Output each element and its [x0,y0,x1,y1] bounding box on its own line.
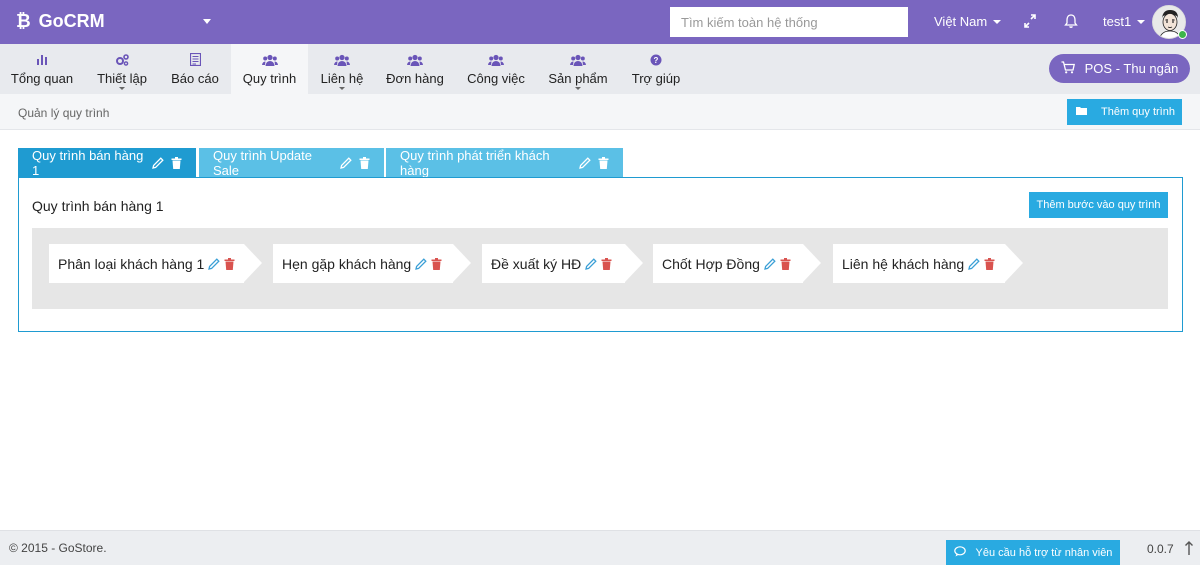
pencil-icon[interactable] [584,257,598,271]
breadcrumb: Quản lý quy trình [18,106,110,120]
trash-icon[interactable] [359,157,370,169]
copyright: © 2015 - GoStore. [9,541,107,555]
add-step-button[interactable]: Thêm bước vào quy trình [1029,192,1168,218]
step-card[interactable]: Phân loại khách hàng 1 [49,244,262,283]
main-nav: Tổng quan Thiết lập Báo cáo Quy trình Li… [0,44,1200,94]
pencil-icon[interactable] [967,257,981,271]
users-icon [407,52,423,67]
nav-label: Công việc [467,71,525,86]
users-icon [488,52,504,67]
users-icon [261,52,278,67]
language-label: Việt Nam [934,14,988,29]
nav-item-thiet-lap[interactable]: Thiết lập [86,44,158,94]
tab-label: Quy trình Update Sale [213,148,312,178]
trash-icon[interactable] [984,257,995,270]
panel-title: Quy trình bán hàng 1 [32,198,164,214]
nav-label: Đơn hàng [386,71,444,86]
search-input[interactable] [670,7,908,37]
chevron-down-icon[interactable] [203,19,211,24]
trash-icon[interactable] [171,157,182,169]
language-select[interactable]: Việt Nam [934,14,1002,29]
nav-label: Báo cáo [171,71,219,86]
step-card[interactable]: Liên hệ khách hàng [833,244,1023,283]
report-icon [189,52,201,67]
brand[interactable]: ₿ GoCRM [16,11,105,32]
scroll-to-top-icon[interactable] [1184,540,1194,556]
pencil-icon[interactable] [414,257,428,271]
pencil-icon[interactable] [578,156,592,170]
tab-label: Quy trình phát triển khách hàng [400,148,550,178]
trash-icon[interactable] [598,157,609,169]
tab-quy-trinh-ban-hang[interactable]: Quy trình bán hàng 1 [18,148,196,178]
tab-quy-trinh-phat-trien[interactable]: Quy trình phát triển khách hàng [386,148,623,178]
username: test1 [1103,14,1132,29]
breadcrumb-bar: Quản lý quy trình [0,94,1200,130]
bitcoin-icon: ₿ [16,11,31,31]
trash-icon[interactable] [431,257,442,270]
chat-bubble-icon [953,545,966,560]
nav-label: Thiết lập [97,71,147,86]
chevron-down-icon [993,19,1002,24]
tab-quy-trinh-update-sale[interactable]: Quy trình Update Sale [199,148,384,178]
nav-label: Quy trình [242,71,297,86]
nav-item-bao-cao[interactable]: Báo cáo [164,44,226,94]
nav-item-lien-he[interactable]: Liên hệ [312,44,372,94]
nav-item-quy-trinh[interactable]: Quy trình [231,44,308,94]
version-label: 0.0.7 [1147,542,1174,556]
pencil-icon[interactable] [207,257,221,271]
chevron-down-icon [575,87,581,90]
step-card[interactable]: Hẹn gặp khách hàng [273,244,471,283]
chevron-down-icon [339,87,345,90]
step-label: Liên hệ khách hàng [842,255,965,272]
nav-label: Liên hệ [320,71,364,86]
nav-label: Sản phẩm [548,71,608,86]
step-label: Phân loại khách hàng 1 [58,255,205,272]
pencil-icon[interactable] [151,156,165,170]
user-menu[interactable]: test1 [1103,14,1146,29]
question-icon: ? [650,52,662,67]
users-icon [570,52,586,67]
brand-name: GoCRM [38,11,105,31]
users-icon [334,52,350,67]
nav-label: Tổng quan [10,71,74,86]
step-card[interactable]: Chốt Hợp Đồng [653,244,821,283]
add-process-button[interactable]: Thêm quy trình [1067,99,1182,125]
gears-icon [115,52,129,67]
chevron-down-icon [119,87,125,90]
add-process-label: Thêm quy trình [1101,106,1175,118]
pencil-icon[interactable] [339,156,353,170]
bar-chart-icon [36,52,48,67]
step-card[interactable]: Đề xuất ký HĐ [482,244,643,283]
pencil-icon[interactable] [763,257,777,271]
trash-icon[interactable] [224,257,235,270]
online-status-dot [1178,30,1187,39]
top-bar: ₿ GoCRM Việt Nam test1 [0,0,1200,44]
nav-label: Trợ giúp [631,71,681,86]
support-request-button[interactable]: Yêu cầu hỗ trợ từ nhân viên [946,540,1120,565]
trash-icon[interactable] [601,257,612,270]
trash-icon[interactable] [780,257,791,270]
bell-icon[interactable] [1064,13,1078,29]
step-label: Chốt Hợp Đồng [662,255,760,272]
svg-text:?: ? [654,56,659,65]
nav-item-san-pham[interactable]: Sản phẩm [543,44,613,94]
folder-icon [1076,106,1087,118]
chevron-down-icon [1137,19,1146,24]
step-label: Đề xuất ký HĐ [491,255,582,272]
nav-item-don-hang[interactable]: Đơn hàng [380,44,450,94]
pos-label: POS - Thu ngân [1084,61,1179,76]
support-label: Yêu cầu hỗ trợ từ nhân viên [975,546,1113,559]
fullscreen-icon[interactable] [1023,13,1037,29]
nav-item-tong-quan[interactable]: Tổng quan [4,44,80,94]
nav-item-tro-giup[interactable]: ? Trợ giúp [624,44,688,94]
step-label: Hẹn gặp khách hàng [282,255,412,272]
cart-icon [1061,60,1075,77]
tab-label: Quy trình bán hàng 1 [32,148,144,178]
pos-button[interactable]: POS - Thu ngân [1049,54,1190,83]
nav-item-cong-viec[interactable]: Công việc [460,44,532,94]
